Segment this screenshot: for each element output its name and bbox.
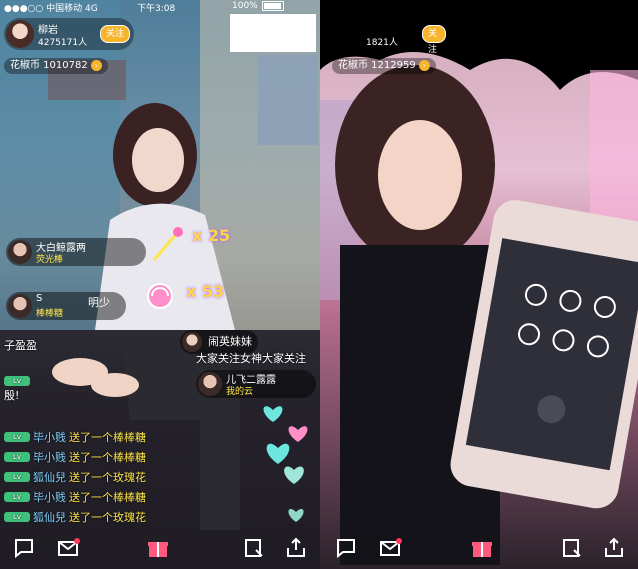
host-name: 柳岩 [38,25,58,36]
viewer-count: 4275171人 [38,38,88,48]
host-info[interactable]: 柳岩 4275171人 关注 [4,18,134,50]
right-live-stream: 1821人 关注 花椒币 1212959 › [320,0,638,569]
battery-icon [261,1,284,11]
bottom-toolbar [320,532,638,564]
chat-text: 送了一个棒棒糖 [69,491,146,504]
status-time: 下午3:08 [137,4,176,14]
viewer-count: 1821人 [366,38,398,48]
chat-text: 送了一个棒棒糖 [69,431,146,444]
level-badge: Lv [4,432,30,442]
chat-message: Lv [4,374,30,388]
chat-username: 毕小贱 [33,451,66,464]
chat-message: Lv 毕小贱 送了一个棒棒糖 [4,490,146,504]
record-icon[interactable] [242,536,266,560]
chat-text: 殷! [4,389,20,402]
mail-icon[interactable] [56,536,80,560]
announcer-avatar [182,332,202,352]
gift-name: 我的云 [226,387,254,397]
chat-text: 送了一个玫瑰花 [69,511,146,524]
chat-message: 殷! [4,388,19,402]
gift-sender: S [36,293,43,304]
chat-username: 子盈盈 [4,339,37,352]
coins-label: 花椒币 1010782 [10,60,88,71]
level-badge: Lv [4,452,30,462]
chat-text: 送了一个玫瑰花 [69,471,146,484]
share-icon[interactable] [602,536,626,560]
lollipop-icon [147,283,173,309]
sender-avatar [198,372,222,396]
sender-avatar [8,294,32,318]
battery-percent: 100% [232,1,258,11]
bottom-toolbar [0,532,320,564]
gift-side-label: 明少 [88,296,110,309]
stream-video-right [320,0,638,565]
carrier-signal: ●●●○○ 中国移动 4G [4,4,98,14]
redaction-block [230,14,316,52]
status-right: 100% [232,1,284,11]
chat-message: Lv 毕小贱 送了一个棒棒糖 [4,450,146,464]
left-live-stream: ●●●○○ 中国移动 4G 下午3:08 100% 柳岩 4275171人 关注… [0,0,320,569]
status-bar: ●●●○○ 中国移动 4G 下午3:08 100% [0,0,320,14]
follow-button[interactable]: 关注 [100,25,131,43]
gift-icon[interactable] [470,536,494,560]
chat-username: 狐仙兒 [33,511,66,524]
gift-name: 棒棒糖 [36,309,64,319]
gift-combo-count: x 25 [192,226,231,245]
sender-avatar [8,240,32,264]
chat-message: Lv 狐仙兒 送了一个玫瑰花 [4,510,146,524]
level-badge: Lv [4,472,30,482]
share-icon[interactable] [284,536,308,560]
mail-icon[interactable] [378,536,402,560]
chat-username: 毕小贱 [33,431,66,444]
gift-banner: 大白鲸露两 荧光棒 [6,238,146,266]
gift-name: 荧光棒 [36,255,64,265]
coins-label: 花椒币 1212959 [338,60,416,71]
coins-badge[interactable]: 花椒币 1212959 › [332,58,436,74]
record-icon[interactable] [560,536,584,560]
glowstick-icon [152,227,183,261]
chat-username: 狐仙兒 [33,471,66,484]
host-info[interactable]: 1821人 关注 [326,18,446,55]
gift-combo-count: x 53 [186,282,225,301]
floating-hearts [263,406,308,522]
announcement-text: 大家关注女神大家关注 [196,352,306,365]
host-avatar[interactable] [6,20,34,48]
chevron-right-icon: › [90,60,102,71]
gift-icon[interactable] [146,536,170,560]
level-badge: Lv [4,492,30,502]
chevron-right-icon: › [418,60,430,71]
level-badge: Lv [4,376,30,386]
follow-button[interactable]: 关注 [422,25,446,55]
chat-icon[interactable] [334,536,358,560]
chat-icon[interactable] [12,536,36,560]
level-badge: Lv [4,512,30,522]
chat-message: Lv 毕小贱 送了一个棒棒糖 [4,430,146,444]
chat-username: 毕小贱 [33,491,66,504]
coins-badge[interactable]: 花椒币 1010782 › [4,58,108,74]
chat-text: 送了一个棒棒糖 [69,451,146,464]
chat-message: 子盈盈 [4,338,37,352]
announcement-top: 闹英妹妹 [208,335,252,348]
chat-message: Lv 狐仙兒 送了一个玫瑰花 [4,470,146,484]
